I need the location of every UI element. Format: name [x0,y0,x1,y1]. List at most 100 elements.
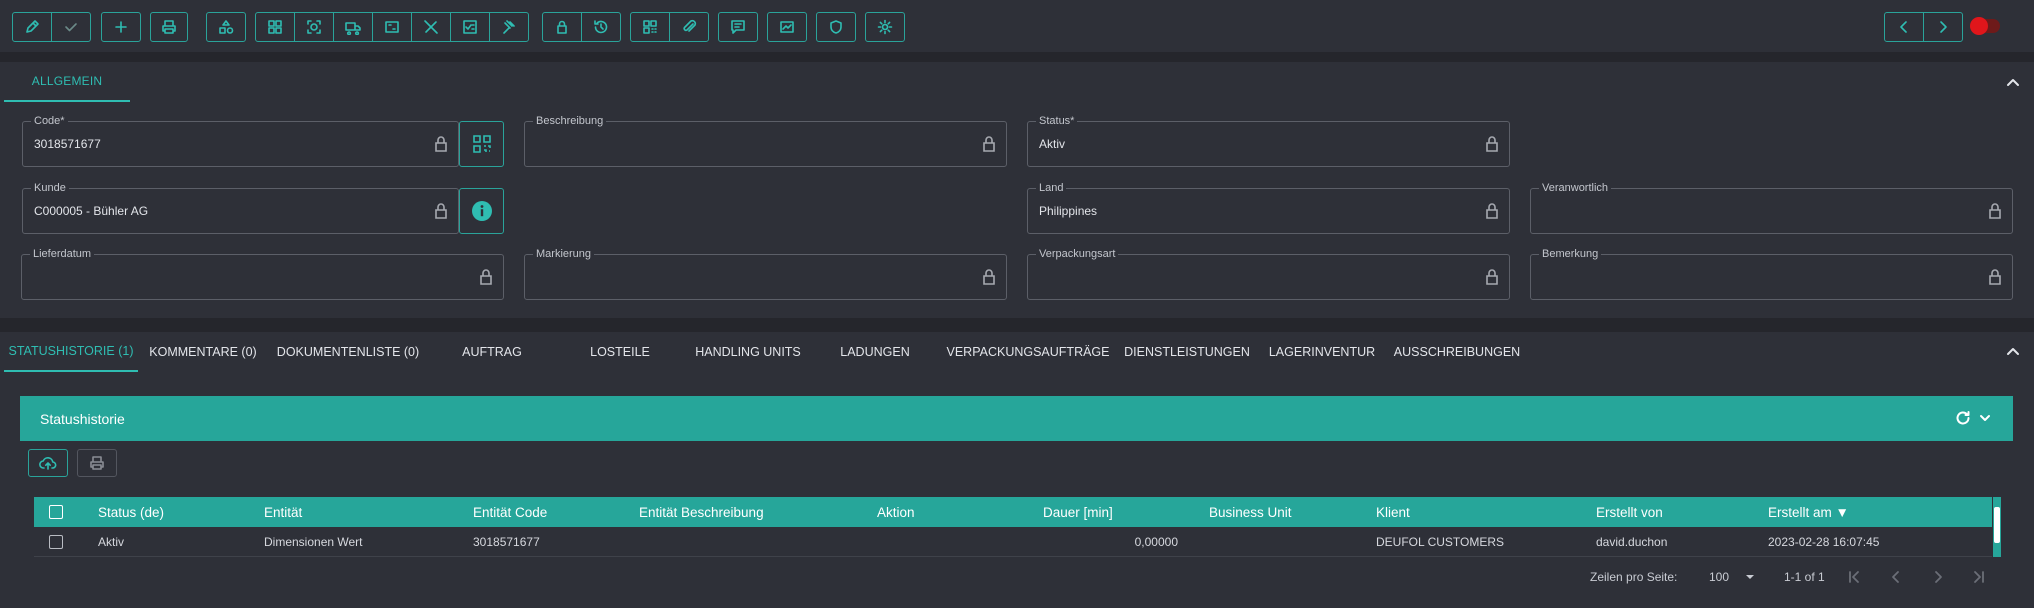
settings-button[interactable] [865,12,905,42]
row-checkbox[interactable] [49,527,63,557]
last-page-button[interactable] [1971,567,1987,587]
shield-icon [830,20,842,34]
table-header: Status (de) Entität Entität Code Entität… [34,497,1992,527]
toggle-knob [1970,17,1988,35]
column-erstellt-am[interactable]: Erstellt am ▼ [1768,497,1849,527]
expand-section-button[interactable] [1977,410,1993,429]
printer-icon [162,20,176,34]
export-button[interactable] [28,449,68,477]
sign-button[interactable] [767,12,807,42]
markierung-label: Markierung [533,247,595,261]
tab-dienstleistungen[interactable]: DIENSTLEISTUNGEN [1122,332,1252,372]
tab-verpackungsauftraege[interactable]: VERPACKUNGSAUFTRÄGE [944,332,1112,372]
chevron-up-icon [2007,79,2019,86]
scrollbar-thumb[interactable] [1994,507,2000,543]
caret-down-icon [1746,575,1755,579]
column-entitaet[interactable]: Entität [264,497,302,527]
tab-kommentare[interactable]: KOMMENTARE (0) [146,332,260,372]
column-business-unit[interactable]: Business Unit [1209,497,1292,527]
qr-code-button[interactable] [459,121,504,167]
column-erstellt-von[interactable]: Erstellt von [1596,497,1663,527]
column-entitaet-code[interactable]: Entität Code [473,497,547,527]
bemerkung-label: Bemerkung [1539,247,1602,261]
tab-handling-units[interactable]: HANDLING UNITS [688,332,808,372]
select-all-checkbox[interactable] [49,497,63,527]
tab-auftrag[interactable]: AUFTRAG [432,332,552,372]
tab-statushistorie[interactable]: STATUSHISTORIE (1) [4,332,138,372]
transport-button[interactable] [333,12,373,42]
chevron-right-icon [1940,21,1947,33]
frame-button[interactable] [372,12,412,42]
refresh-icon [1956,411,1970,425]
status-field[interactable]: Status* Aktiv [1027,114,1510,167]
land-field[interactable]: Land Philippines [1027,181,1510,234]
tools-icon [424,20,438,34]
statushistorie-header: Statushistorie [20,396,2013,441]
history-button[interactable] [581,12,621,42]
printer-icon [90,456,104,470]
tab-allgemein[interactable]: ALLGEMEIN [4,62,130,102]
refresh-button[interactable] [1955,410,1971,429]
markierung-field[interactable]: Markierung [524,247,1007,300]
column-klient[interactable]: Klient [1376,497,1410,527]
collapse-tabs-button[interactable] [2005,343,2021,359]
previous-page-button[interactable] [1888,567,1904,587]
kunde-field[interactable]: Kunde C000005 - Bühler AG [22,181,459,234]
beschreibung-field[interactable]: Beschreibung [524,114,1007,167]
tab-lagerinventur[interactable]: LAGERINVENTUR [1262,332,1382,372]
status-label: Status* [1036,114,1078,128]
scan-button[interactable] [294,12,334,42]
print-button[interactable] [150,12,188,42]
chevron-up-icon [2007,348,2019,355]
veranwortlich-field[interactable]: Veranwortlich [1530,181,2013,234]
previous-record-button[interactable] [1884,12,1924,42]
edit-button[interactable] [12,12,52,42]
code-field[interactable]: Code* 3018571677 [22,114,459,167]
add-button[interactable] [101,12,141,42]
attachment-button[interactable] [669,12,709,42]
shield-button[interactable] [816,12,856,42]
next-page-button[interactable] [1930,567,1946,587]
qr-button[interactable] [630,12,670,42]
lock-icon [1485,135,1499,152]
tab-ladungen[interactable]: LADUNGEN [815,332,935,372]
first-page-button[interactable] [1846,567,1862,587]
tab-losteile[interactable]: LOSTEILE [560,332,680,372]
attachment-icon [683,19,697,32]
save-button[interactable] [51,12,91,42]
toggle-switch[interactable] [1970,17,2000,35]
qr-icon [643,20,657,34]
collapse-general-button[interactable] [2005,74,2021,90]
comment-button[interactable] [718,12,758,42]
column-status[interactable]: Status (de) [98,497,164,527]
first-page-icon [1849,571,1859,583]
lieferdatum-field[interactable]: Lieferdatum [21,247,504,300]
column-aktion[interactable]: Aktion [877,497,915,527]
tab-dokumentenliste[interactable]: DOKUMENTENLISTE (0) [274,332,422,372]
shapes-button[interactable] [206,12,246,42]
bemerkung-field[interactable]: Bemerkung [1530,247,2013,300]
grid-button[interactable] [255,12,295,42]
checklist-button[interactable] [450,12,490,42]
table-row[interactable]: Aktiv Dimensionen Wert 3018571677 0,0000… [34,527,1992,557]
frame-icon [385,21,399,33]
tools-button[interactable] [411,12,451,42]
customer-info-button[interactable] [459,188,504,234]
column-entitaet-beschreibung[interactable]: Entität Beschreibung [639,497,764,527]
lock-icon [479,268,493,285]
table-scrollbar[interactable] [1993,497,2001,557]
lock-icon [434,202,448,219]
section-title: Statushistorie [40,411,125,427]
verpackungsart-field[interactable]: Verpackungsart [1027,247,1510,300]
history-icon [594,20,608,34]
cell-status: Aktiv [98,535,125,549]
column-dauer[interactable]: Dauer [min] [1043,497,1113,527]
auction-button[interactable] [489,12,529,42]
lieferdatum-label: Lieferdatum [30,247,95,261]
lock-button[interactable] [542,12,582,42]
lock-icon [557,20,567,34]
tab-ausschreibungen[interactable]: AUSSCHREIBUNGEN [1390,332,1524,372]
rows-per-page-select[interactable]: 100 [1709,567,1755,587]
table-print-button[interactable] [77,449,117,477]
next-record-button[interactable] [1923,12,1963,42]
